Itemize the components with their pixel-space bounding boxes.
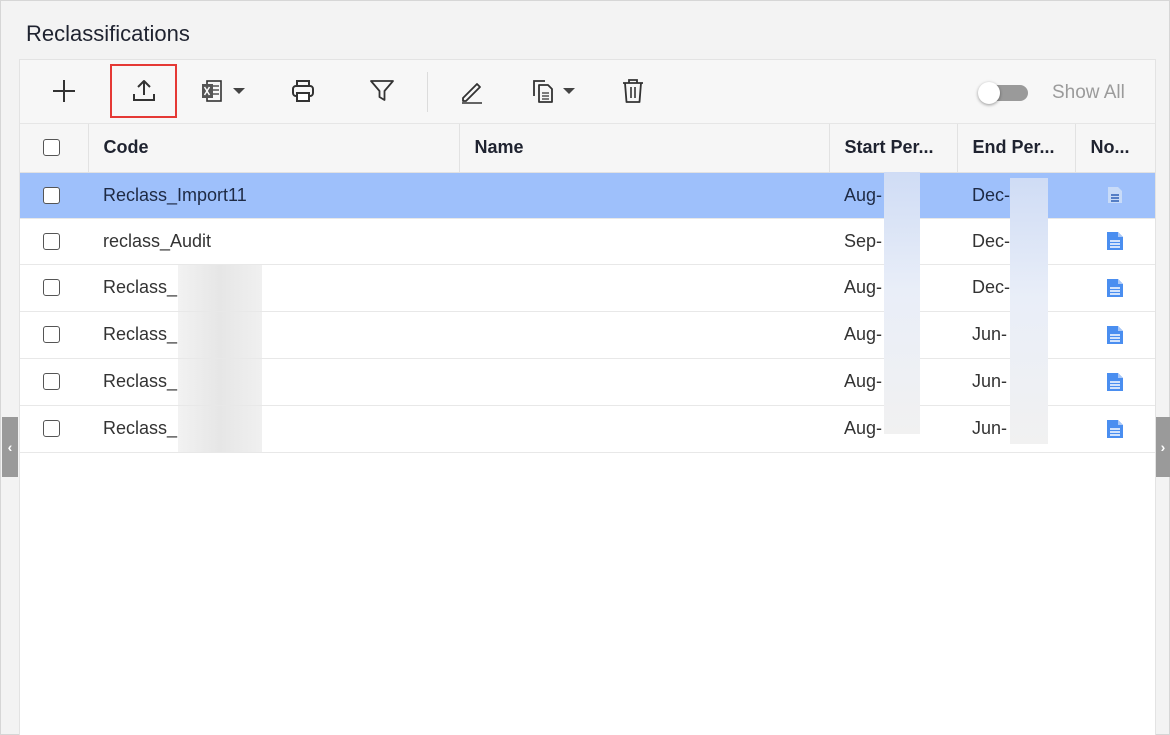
redacted-text [178, 311, 263, 357]
row-checkbox[interactable] [43, 186, 60, 204]
column-header-code[interactable]: Code [88, 124, 460, 173]
table-header-row: Code Name Start Per... End Per... No... [20, 124, 1156, 173]
code-cell: Reclass_ [88, 405, 459, 453]
edit-button[interactable] [452, 64, 492, 118]
code-cell: Reclass_Import11 [88, 172, 459, 219]
code-cell: Reclass_ [88, 358, 459, 406]
row-checkbox[interactable] [43, 326, 60, 343]
show-all-toggle[interactable] [978, 82, 1030, 104]
name-cell [459, 358, 829, 406]
redacted-text [178, 358, 263, 404]
row-checkbox[interactable] [43, 373, 60, 390]
printer-icon [292, 80, 314, 102]
filter-button[interactable] [362, 64, 402, 118]
chevron-down-icon [563, 88, 575, 94]
upload-button[interactable] [110, 64, 177, 118]
page-title: Reclassifications [26, 21, 190, 46]
code-cell: Reclass_ [88, 311, 459, 359]
delete-button[interactable] [613, 64, 653, 118]
copy-icon [533, 80, 553, 103]
column-header-notes[interactable]: No... [1075, 124, 1156, 173]
chevron-down-icon [233, 88, 245, 94]
redacted-text [178, 264, 263, 310]
select-all-header [20, 124, 89, 173]
code-cell: reclass_Audit [88, 218, 459, 265]
plus-icon [53, 80, 75, 102]
notes-icon[interactable] [1090, 419, 1140, 439]
right-expand-tab[interactable]: › [1155, 417, 1170, 477]
column-header-name[interactable]: Name [459, 124, 830, 173]
notes-icon[interactable] [1090, 278, 1140, 298]
redacted-text [178, 405, 263, 451]
excel-icon [202, 80, 222, 102]
column-header-end-period[interactable]: End Per... [957, 124, 1076, 173]
select-all-checkbox[interactable] [43, 139, 60, 157]
row-checkbox[interactable] [43, 232, 60, 250]
notes-icon[interactable] [1090, 325, 1140, 345]
reclassifications-table: Code Name Start Per... End Per... No... … [20, 124, 1156, 453]
notes-icon[interactable] [1090, 372, 1140, 392]
name-cell [459, 264, 829, 312]
table-row[interactable]: Reclass_ Aug- Jun- [20, 405, 1155, 453]
pencil-icon [462, 83, 482, 104]
row-checkbox[interactable] [43, 420, 60, 437]
trash-icon [623, 79, 643, 103]
show-all-label: Show All [1052, 82, 1125, 103]
grid-panel: Show All Code Name Start Per... End Per.… [19, 59, 1156, 735]
add-button[interactable] [44, 64, 84, 118]
toolbar: Show All [20, 60, 1155, 124]
notes-icon[interactable] [1090, 186, 1140, 204]
name-cell [459, 311, 829, 359]
name-cell [459, 218, 829, 265]
row-checkbox[interactable] [43, 279, 60, 296]
table-row[interactable]: Reclass_Import11 Aug- Dec- [20, 172, 1155, 219]
copy-button[interactable] [523, 64, 583, 118]
window-frame: Reclassifications ‹ › Show All Code Name… [0, 0, 1170, 735]
print-button[interactable] [283, 64, 323, 118]
redacted-start-year [884, 172, 920, 434]
table-row[interactable]: Reclass_ Aug- Jun- [20, 358, 1155, 406]
redacted-end-year [1010, 178, 1048, 444]
export-excel-button[interactable] [192, 64, 252, 118]
left-collapse-tab[interactable]: ‹ [2, 417, 18, 477]
name-cell [459, 405, 829, 453]
notes-icon[interactable] [1090, 231, 1140, 251]
toggle-knob [978, 82, 1000, 104]
column-header-start-period[interactable]: Start Per... [829, 124, 958, 173]
table-row[interactable]: reclass_Audit Sep- Dec- [20, 218, 1155, 265]
toolbar-separator [427, 72, 428, 112]
upload-icon [132, 80, 155, 101]
table-row[interactable]: Reclass_ Aug- Jun- [20, 311, 1155, 359]
table-row[interactable]: Reclass_ Aug- Dec- [20, 264, 1155, 312]
filter-icon [370, 80, 394, 101]
name-cell [459, 172, 829, 219]
code-cell: Reclass_ [88, 264, 459, 312]
